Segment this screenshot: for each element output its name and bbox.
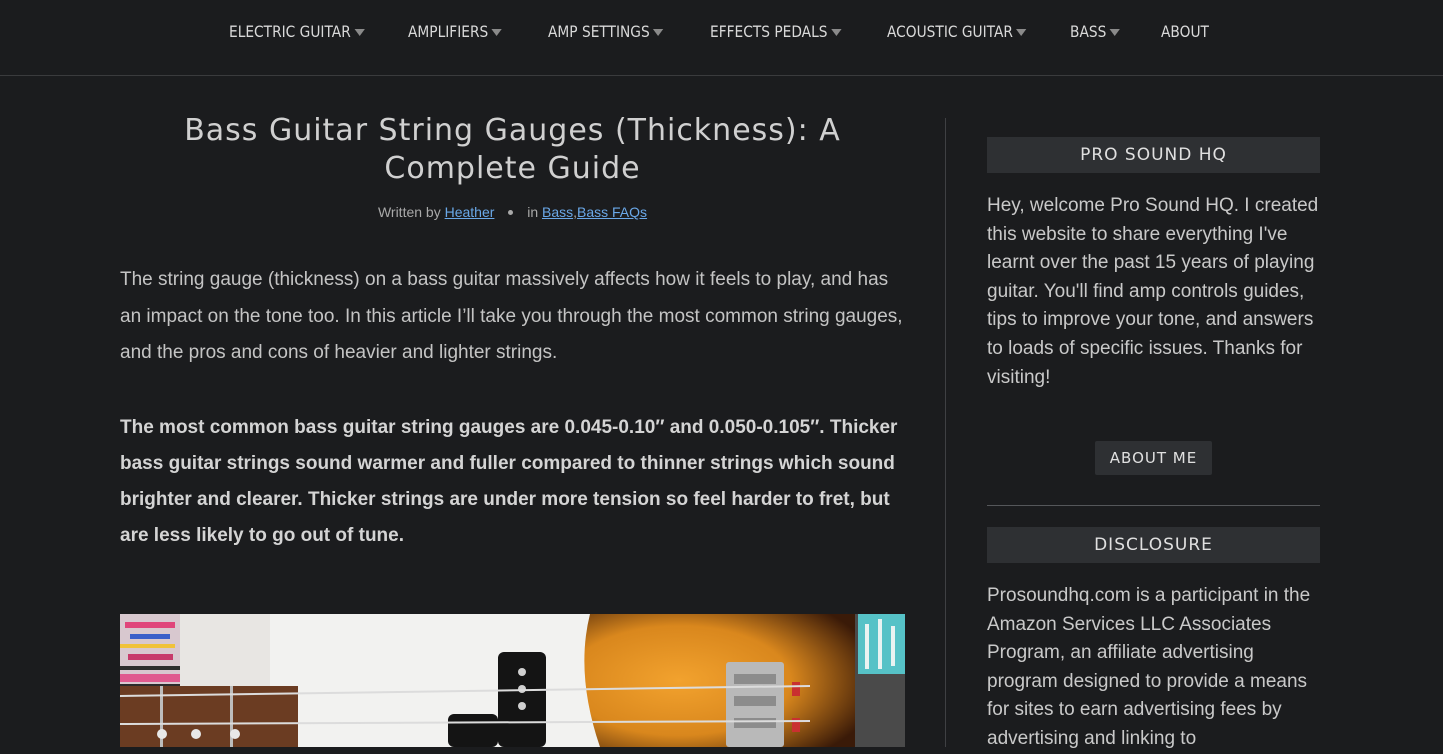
nav-label: BASS [1070,22,1107,41]
author-link[interactable]: Heather [445,204,495,220]
nav-label: ACOUSTIC GUITAR [887,22,1013,41]
nav-acoustic-guitar[interactable]: ACOUSTIC GUITAR [887,20,1027,44]
chevron-down-icon [354,29,365,36]
nav-amp-settings[interactable]: AMP SETTINGS [548,20,664,44]
article-byline: Written by Heather in Bass,Bass FAQs [120,204,905,220]
column-divider [945,118,946,747]
widget-title-pro-sound-hq: PRO SOUND HQ [987,137,1320,173]
article-summary: The most common bass guitar string gauge… [120,417,898,546]
widget-divider [987,505,1320,506]
widget-disclosure-text: Prosoundhq.com is a participant in the A… [987,585,1311,749]
bullet-separator [508,209,514,215]
chevron-down-icon [1109,29,1121,36]
nav-label: AMPLIFIERS [408,22,489,41]
chevron-down-icon [830,29,842,36]
nav-label: AMP SETTINGS [548,22,650,41]
widget-about-text: Hey, welcome Pro Sound HQ. I created thi… [987,195,1319,388]
bass-guitar-illustration [120,614,905,747]
nav-about[interactable]: ABOUT [1161,20,1209,44]
top-navigation: ELECTRIC GUITAR AMPLIFIERS AMP SETTINGS … [0,0,1443,76]
article-title: Bass Guitar String Gauges (Thickness): A… [184,113,841,186]
nav-bass[interactable]: BASS [1070,20,1121,44]
nav-amplifiers[interactable]: AMPLIFIERS [408,20,503,44]
article-intro: The string gauge (thickness) on a bass g… [120,269,903,363]
nav-label: EFFECTS PEDALS [710,22,828,41]
chevron-down-icon [1016,29,1027,36]
byline-written-by: Written by [377,204,441,220]
nav-effects-pedals[interactable]: EFFECTS PEDALS [710,20,842,44]
widget-title-disclosure: DISCLOSURE [987,527,1320,563]
nav-electric-guitar[interactable]: ELECTRIC GUITAR [229,20,365,44]
byline-in: in [527,204,539,220]
category-link-bass-faqs[interactable]: Bass FAQs [577,204,647,220]
nav-label: ELECTRIC GUITAR [229,22,351,41]
nav-label: ABOUT [1161,22,1209,41]
chevron-down-icon [491,29,503,36]
category-link-bass[interactable]: Bass [542,204,573,220]
bass-guitar-image [120,614,905,747]
about-me-button[interactable]: ABOUT ME [1095,441,1212,475]
chevron-down-icon [653,29,664,36]
